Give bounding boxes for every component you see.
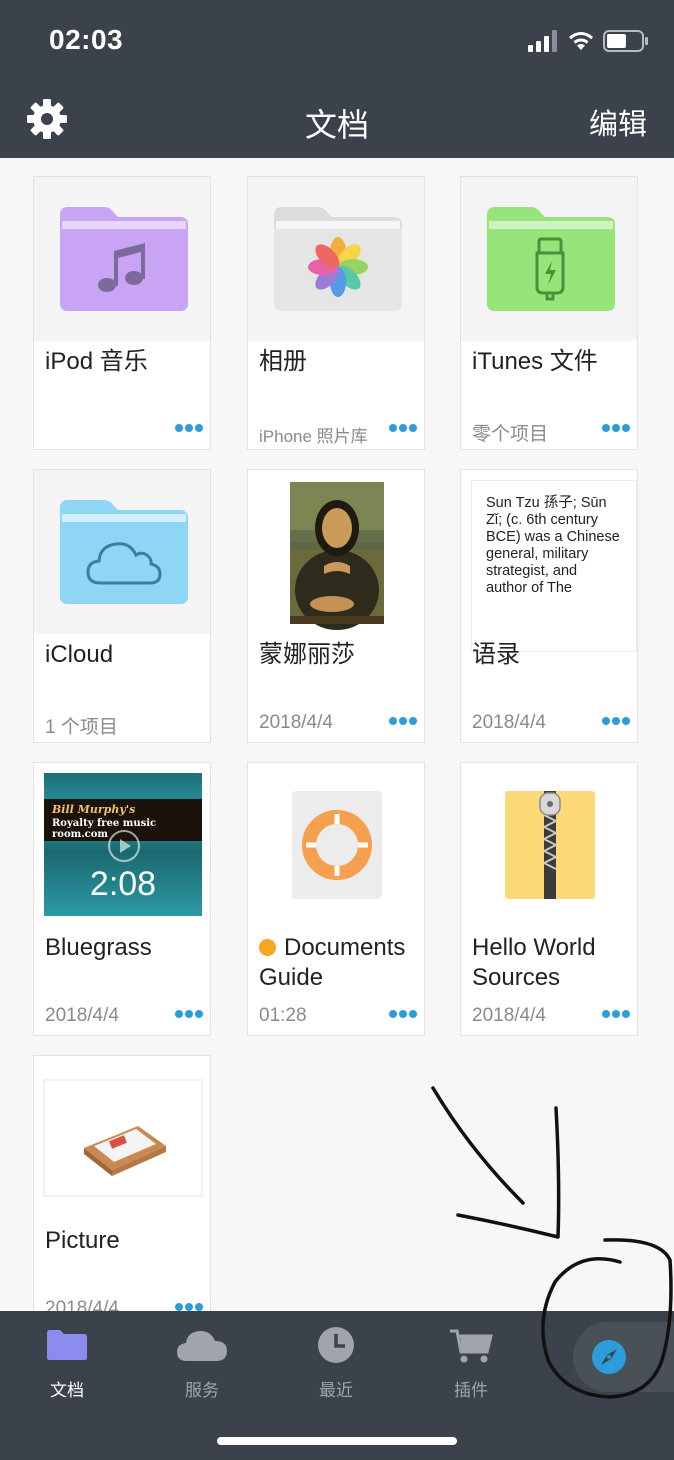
file-thumbnail: Sun Tzu 孫子; Sūn Zǐ; (c. 6th century BCE)… xyxy=(461,470,637,652)
tab-documents[interactable]: 文档 xyxy=(12,1311,122,1401)
more-options-icon[interactable] xyxy=(174,1007,204,1021)
more-options-icon[interactable] xyxy=(601,714,631,728)
home-indicator xyxy=(217,1437,457,1445)
file-subtitle: 2018/4/4 xyxy=(472,1005,546,1026)
file-card-bluegrass[interactable]: Bill Murphy's Royalty free music room.co… xyxy=(33,762,211,1036)
cloud-folder-icon xyxy=(60,500,188,604)
video-caption: Bill Murphy's xyxy=(52,803,136,816)
file-thumbnail: Bill Murphy's Royalty free music room.co… xyxy=(34,763,210,927)
file-card-ipod-music[interactable]: iPod 音乐 xyxy=(33,176,211,450)
browser-button[interactable] xyxy=(573,1322,674,1392)
more-options-icon[interactable] xyxy=(601,1007,631,1021)
tab-label: 最近 xyxy=(319,1381,353,1400)
file-thumbnail xyxy=(248,470,424,634)
more-options-icon[interactable] xyxy=(388,714,418,728)
file-thumbnail xyxy=(248,177,424,341)
file-card-picture[interactable]: Picture 2018/4/4 xyxy=(33,1055,211,1329)
zip-archive-icon xyxy=(505,791,595,899)
tab-plugins[interactable]: 插件 xyxy=(416,1311,526,1401)
file-thumbnail xyxy=(461,177,637,341)
picture-tray-image xyxy=(43,1079,203,1197)
painting-image xyxy=(290,482,384,630)
file-card-icloud[interactable]: iCloud 1 个项目 xyxy=(33,469,211,743)
file-name: iTunes 文件 xyxy=(472,348,598,375)
music-folder-icon xyxy=(60,207,188,311)
file-name: Hello World Sources xyxy=(472,934,596,991)
edit-button[interactable]: 编辑 xyxy=(589,101,647,143)
file-thumbnail xyxy=(34,177,210,341)
video-thumbnail: Bill Murphy's Royalty free music room.co… xyxy=(44,773,202,916)
file-name: 蒙娜丽莎 xyxy=(259,641,355,668)
more-options-icon[interactable] xyxy=(601,421,631,435)
photos-folder-icon xyxy=(274,207,402,311)
tab-label: 插件 xyxy=(454,1381,488,1400)
status-bar: 02:03 xyxy=(0,0,674,80)
file-card-quotes[interactable]: Sun Tzu 孫子; Sūn Zǐ; (c. 6th century BCE)… xyxy=(460,469,638,743)
tab-label: 服务 xyxy=(185,1381,219,1400)
cellular-signal-icon xyxy=(528,30,557,52)
compass-icon xyxy=(592,1340,626,1374)
file-name: Picture xyxy=(45,1227,120,1254)
tab-services[interactable]: 服务 xyxy=(147,1311,257,1401)
cloud-icon xyxy=(177,1331,227,1361)
file-card-itunes-files[interactable]: iTunes 文件 零个项目 xyxy=(460,176,638,450)
file-name: 语录 xyxy=(472,641,520,668)
page-title: 文档 xyxy=(304,107,369,143)
more-options-icon[interactable] xyxy=(388,1007,418,1021)
unread-dot-icon xyxy=(259,939,276,956)
status-time: 02:03 xyxy=(49,24,124,55)
file-name: iCloud xyxy=(45,641,114,668)
file-card-documents-guide[interactable]: Documents Guide 01:28 xyxy=(247,762,425,1036)
tab-recent[interactable]: 最近 xyxy=(281,1311,391,1401)
text-preview: Sun Tzu 孫子; Sūn Zǐ; (c. 6th century BCE)… xyxy=(471,480,637,652)
file-thumbnail xyxy=(34,1056,210,1220)
tab-label: 文档 xyxy=(50,1381,84,1400)
file-subtitle: 零个项目 xyxy=(472,424,549,445)
battery-icon xyxy=(603,30,648,52)
file-thumbnail xyxy=(34,470,210,634)
file-card-hello-world-sources[interactable]: Hello World Sources 2018/4/4 xyxy=(460,762,638,1036)
file-name: iPod 音乐 xyxy=(45,348,148,375)
cart-icon xyxy=(450,1329,493,1363)
file-subtitle: iPhone 照片库 xyxy=(259,427,368,446)
file-card-photos[interactable]: 相册 iPhone 照片库 xyxy=(247,176,425,450)
file-card-mona-lisa[interactable]: 蒙娜丽莎 2018/4/4 xyxy=(247,469,425,743)
file-subtitle: 2018/4/4 xyxy=(472,712,546,733)
file-name: Bluegrass xyxy=(45,934,152,961)
file-name: 相册 xyxy=(259,348,307,375)
file-subtitle: 2018/4/4 xyxy=(45,1005,119,1026)
file-subtitle: 01:28 xyxy=(259,1005,307,1026)
file-name: Documents Guide xyxy=(259,934,406,991)
navigation-bar: 文档 编辑 xyxy=(0,80,674,158)
more-options-icon[interactable] xyxy=(388,421,418,435)
file-subtitle: 2018/4/4 xyxy=(259,712,333,733)
file-subtitle: 1 个项目 xyxy=(45,717,118,738)
more-options-icon[interactable] xyxy=(174,421,204,435)
video-duration: 2:08 xyxy=(89,865,157,903)
clock-icon xyxy=(318,1327,354,1363)
wifi-icon xyxy=(569,32,593,50)
play-icon xyxy=(108,830,140,862)
folder-icon xyxy=(47,1330,87,1360)
file-thumbnail xyxy=(461,763,637,927)
usb-folder-icon xyxy=(487,207,615,311)
file-thumbnail xyxy=(248,763,424,927)
lifebuoy-icon xyxy=(292,791,382,899)
